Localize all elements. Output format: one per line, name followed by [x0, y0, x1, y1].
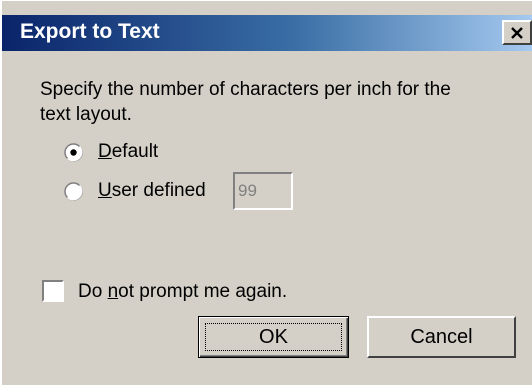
- dont-prompt-label[interactable]: Do not prompt me again.: [78, 281, 287, 303]
- user-defined-radio-label[interactable]: User defined: [98, 180, 206, 202]
- dont-prompt-mnemonic: n: [107, 281, 119, 302]
- default-label-rest: efault: [111, 141, 159, 162]
- default-radio-label[interactable]: Default: [98, 141, 158, 163]
- user-defined-mnemonic: U: [98, 180, 112, 201]
- cancel-button[interactable]: Cancel: [367, 316, 516, 358]
- radio-unselected-icon: [64, 182, 83, 201]
- default-mnemonic: D: [98, 141, 112, 162]
- description-line-2: text layout.: [40, 104, 132, 125]
- ok-button-label: OK: [259, 326, 288, 348]
- user-defined-radio[interactable]: [64, 182, 83, 201]
- dont-prompt-rest: ot prompt me again.: [118, 281, 288, 302]
- export-to-text-dialog: Export to Text Specify the number of cha…: [0, 0, 532, 385]
- cancel-button-label: Cancel: [410, 326, 473, 348]
- close-icon: [511, 27, 523, 39]
- description-line-1: Specify the number of characters per inc…: [40, 79, 451, 100]
- close-button[interactable]: [502, 20, 532, 45]
- user-defined-input[interactable]: [233, 172, 293, 210]
- user-defined-label-rest: ser defined: [111, 180, 206, 201]
- default-radio[interactable]: [64, 143, 83, 162]
- ok-button[interactable]: OK: [198, 316, 349, 358]
- dont-prompt-checkbox[interactable]: [42, 280, 64, 302]
- radio-selected-icon: [64, 143, 83, 162]
- dont-prompt-pre: Do: [78, 281, 108, 302]
- title-bar[interactable]: Export to Text: [2, 15, 532, 51]
- ok-focus-rect: OK: [205, 323, 342, 351]
- dialog-title: Export to Text: [20, 20, 160, 43]
